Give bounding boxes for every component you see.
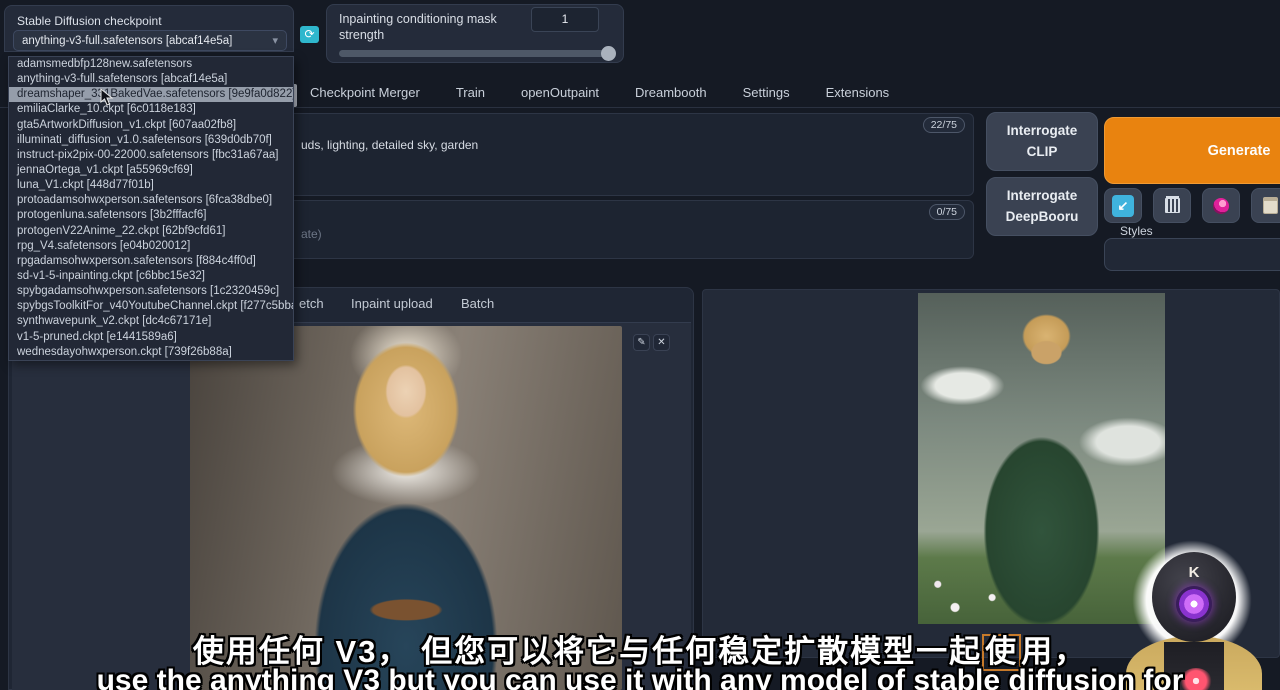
tab-batch[interactable]: Batch bbox=[461, 296, 494, 311]
checkpoint-option[interactable]: sd-v1-5-inpainting.ckpt [c6bbc15e32] bbox=[9, 269, 293, 284]
edit-image-icon[interactable]: ✎ bbox=[633, 334, 650, 351]
checkpoint-option[interactable]: rpgadamsohwxperson.safetensors [f884c4ff… bbox=[9, 254, 293, 269]
tab-dreambooth[interactable]: Dreambooth bbox=[633, 82, 709, 103]
main-tab-bar: Checkpoint Merger Train openOutpaint Dre… bbox=[308, 82, 891, 103]
tab-train[interactable]: Train bbox=[454, 82, 487, 103]
checkpoint-option[interactable]: adamsmedbfp128new.safetensors bbox=[9, 57, 293, 72]
paste-generation-params-button[interactable]: ↙ bbox=[1104, 188, 1142, 223]
clear-prompt-button[interactable] bbox=[1153, 188, 1191, 223]
checkpoint-select[interactable]: anything-v3-full.safetensors [abcaf14e5a… bbox=[13, 30, 287, 51]
tab-checkpoint-merger[interactable]: Checkpoint Merger bbox=[308, 82, 422, 103]
checkpoint-option[interactable]: illuminati_diffusion_v1.0.safetensors [6… bbox=[9, 133, 293, 148]
prompt-token-counter: 22/75 bbox=[923, 117, 965, 133]
mask-strength-slider-handle[interactable] bbox=[601, 46, 616, 61]
checkpoint-option[interactable]: luna_V1.ckpt [448d77f01b] bbox=[9, 178, 293, 193]
avatar-letter: K bbox=[1152, 564, 1236, 581]
checkpoint-option[interactable]: wednesdayohwxperson.ckpt [739f26b88a] bbox=[9, 345, 293, 360]
interrogate-clip-button[interactable]: Interrogate CLIP bbox=[986, 112, 1098, 171]
checkpoint-option[interactable]: spybgsToolkitFor_v40YoutubeChannel.ckpt … bbox=[9, 299, 293, 314]
tab-openoutpaint[interactable]: openOutpaint bbox=[519, 82, 601, 103]
tab-inpaint-sketch-partial[interactable]: etch bbox=[299, 296, 324, 311]
styles-dropdown[interactable] bbox=[1104, 238, 1280, 271]
clipboard-icon bbox=[1263, 197, 1278, 214]
extra-networks-button[interactable] bbox=[1202, 188, 1240, 223]
checkpoint-option[interactable]: synthwavepunk_v2.ckpt [dc4c67171e] bbox=[9, 314, 293, 329]
checkpoint-option[interactable]: v1-5-pruned.ckpt [e1441589a6] bbox=[9, 330, 293, 345]
checkpoint-selected-value: anything-v3-full.safetensors [abcaf14e5a… bbox=[22, 35, 272, 47]
mask-strength-card: Inpainting conditioning mask strength 1 bbox=[326, 4, 624, 63]
tab-extensions[interactable]: Extensions bbox=[824, 82, 892, 103]
interrogate-deepbooru-button[interactable]: Interrogate DeepBooru bbox=[986, 177, 1098, 236]
refresh-checkpoints-icon[interactable]: ⟳ bbox=[300, 26, 319, 43]
avatar-eye-icon bbox=[1176, 586, 1212, 622]
generate-button[interactable]: Generate bbox=[1104, 117, 1280, 184]
checkpoint-option[interactable]: protogenV22Anime_22.ckpt [62bf9cfd61] bbox=[9, 224, 293, 239]
mask-strength-slider[interactable] bbox=[339, 50, 615, 57]
checkpoint-option[interactable]: emiliaClarke_10.ckpt [6c0118e183] bbox=[9, 102, 293, 117]
stable-diffusion-webui: Checkpoint Merger Train openOutpaint Dre… bbox=[0, 0, 1280, 690]
checkpoint-option-highlighted[interactable]: dreamshaper_331BakedVae.safetensors [9e9… bbox=[9, 87, 293, 102]
checkpoint-option[interactable]: anything-v3-full.safetensors [abcaf14e5a… bbox=[9, 72, 293, 87]
checkpoint-dropdown-list: adamsmedbfp128new.safetensors anything-v… bbox=[8, 56, 294, 361]
mask-strength-label: Inpainting conditioning mask strength bbox=[339, 12, 517, 43]
checkpoint-option[interactable]: instruct-pix2pix-00-22000.safetensors [f… bbox=[9, 148, 293, 163]
palette-icon bbox=[1213, 198, 1229, 214]
checkpoint-option[interactable]: protogenluna.safetensors [3b2fffacf6] bbox=[9, 208, 293, 223]
checkpoint-option[interactable]: rpg_V4.safetensors [e04b020012] bbox=[9, 239, 293, 254]
chevron-down-icon: ▾ bbox=[272, 34, 278, 47]
prompt-tool-buttons: ↙ bbox=[1104, 188, 1280, 223]
tab-settings[interactable]: Settings bbox=[741, 82, 792, 103]
prompt-text: uds, lighting, detailed sky, garden bbox=[301, 138, 478, 152]
checkpoint-option[interactable]: spybgadamsohwxperson.safetensors [1c2320… bbox=[9, 284, 293, 299]
checkpoint-option[interactable]: protoadamsohwxperson.safetensors [6fca38… bbox=[9, 193, 293, 208]
tab-inpaint-upload[interactable]: Inpaint upload bbox=[351, 296, 433, 311]
negative-token-counter: 0/75 bbox=[929, 204, 965, 220]
negative-prompt-placeholder: ate) bbox=[301, 227, 322, 241]
paste-arrow-icon: ↙ bbox=[1112, 195, 1134, 217]
mouse-cursor bbox=[100, 88, 114, 106]
subtitle-english: use the anything V3 but you can use it w… bbox=[0, 664, 1280, 690]
checkpoint-option[interactable]: gta5ArtworkDiffusion_v1.ckpt [607aa02fb8… bbox=[9, 118, 293, 133]
apply-style-button[interactable] bbox=[1251, 188, 1280, 223]
checkpoint-selector-card: Stable Diffusion checkpoint anything-v3-… bbox=[4, 5, 294, 52]
trash-icon bbox=[1165, 198, 1180, 213]
remove-image-icon[interactable]: ✕ bbox=[653, 334, 670, 351]
mask-strength-value[interactable]: 1 bbox=[531, 7, 599, 32]
styles-label: Styles bbox=[1120, 224, 1153, 238]
checkpoint-option[interactable]: jennaOrtega_v1.ckpt [a55969cf69] bbox=[9, 163, 293, 178]
checkpoint-label: Stable Diffusion checkpoint bbox=[17, 14, 162, 28]
